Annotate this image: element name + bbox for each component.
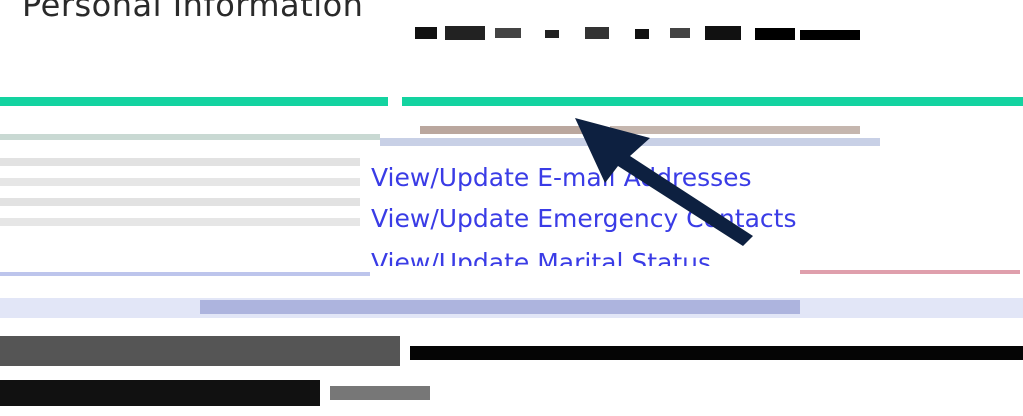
section-divider-left	[0, 97, 388, 106]
arrow-pointing-icon	[575, 118, 753, 246]
section-divider-right	[402, 97, 1023, 106]
obscured-address-link-row	[0, 126, 880, 146]
page-title: Personal Information	[22, 0, 364, 24]
left-noise-block	[0, 158, 360, 226]
screenshot-stage: Personal Information View/Update E-mail …	[0, 0, 1023, 416]
title-glitch-overlay	[415, 26, 860, 40]
lower-glitch-rows	[0, 270, 1023, 406]
